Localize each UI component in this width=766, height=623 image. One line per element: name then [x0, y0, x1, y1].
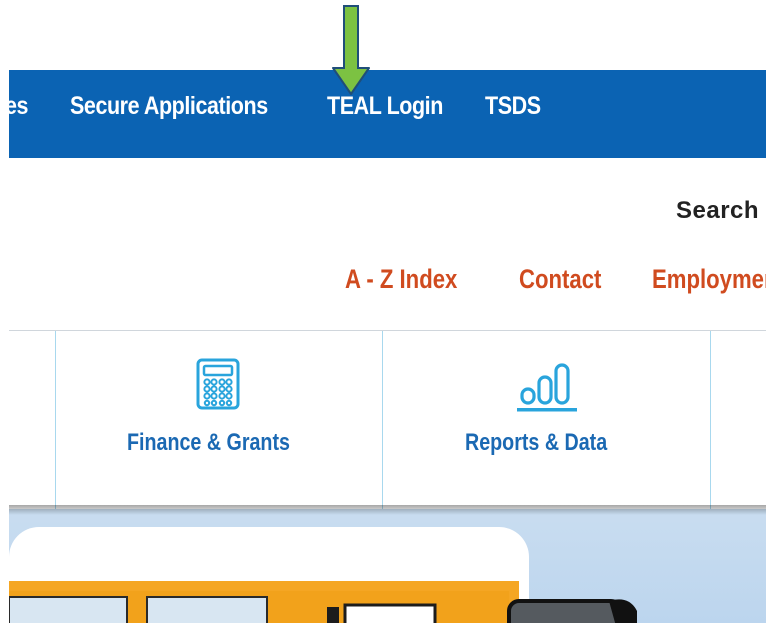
tile-divider — [710, 331, 711, 509]
school-bus-illustration — [9, 527, 637, 623]
link-employment[interactable]: Employment — [652, 264, 766, 295]
utility-links: A - Z Index Contact Employment — [0, 264, 766, 304]
quick-links-tiles: Finance & Grants Reports & Data — [9, 331, 766, 509]
nav-item-tsds[interactable]: TSDS — [485, 92, 541, 121]
nav-item-partial[interactable]: es — [9, 92, 28, 121]
link-contact[interactable]: Contact — [519, 264, 601, 295]
tile-divider — [382, 331, 383, 509]
bar-chart-icon — [517, 363, 577, 412]
nav-item-secure-applications[interactable]: Secure Applications — [70, 92, 268, 121]
tile-label-reports-data: Reports & Data — [465, 429, 608, 456]
nav-item-teal-login[interactable]: TEAL Login — [327, 92, 443, 121]
arrow-down-icon — [332, 5, 370, 95]
calculator-icon — [196, 358, 240, 410]
top-nav-bar: es Secure Applications TEAL Login TSDS — [9, 70, 766, 158]
tile-divider — [55, 331, 56, 509]
hero-banner — [9, 509, 766, 623]
tiles-shadow — [9, 505, 766, 515]
tile-label-finance-grants: Finance & Grants — [127, 429, 290, 456]
search-label[interactable]: Search — [676, 197, 759, 225]
link-a-z-index[interactable]: A - Z Index — [345, 264, 457, 295]
